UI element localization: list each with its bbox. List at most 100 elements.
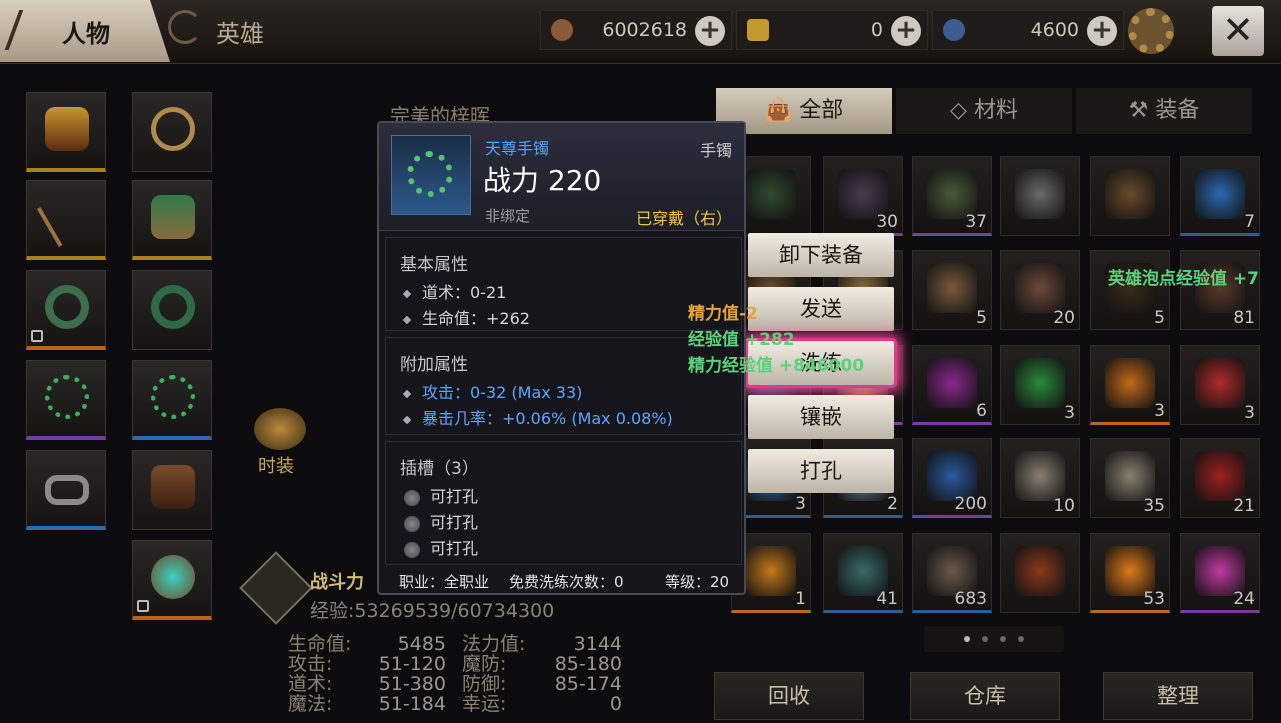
warehouse-button[interactable]: 仓库 [910, 672, 1060, 720]
equip-slot-bracelet-left[interactable] [26, 270, 106, 350]
inventory-cell[interactable]: 24 [1180, 533, 1260, 613]
add-gem-button[interactable]: + [1087, 16, 1117, 46]
inventory-tab-all-label: 全部 [799, 98, 844, 123]
inventory-cell[interactable]: 7 [1180, 156, 1260, 236]
socket-line: 可打孔 [404, 509, 741, 532]
inventory-cell[interactable]: 200 [912, 438, 992, 518]
currency-copper: 6002618 + [540, 10, 732, 50]
sort-button[interactable]: 整理 [1103, 672, 1253, 720]
equip-slot-belt[interactable] [26, 450, 106, 530]
item-name: 天尊手镯 [485, 139, 550, 158]
attribute-text: 暴击几率：+0.06% (Max 0.08%) [422, 409, 673, 428]
stat-grid: 生命值: 5485 法力值: 3144 攻击: 51-120 魔防: 85-180 道术: 5… [288, 634, 628, 714]
basic-attributes-title: 基本属性 [400, 255, 468, 275]
blue-gem-icon [943, 19, 965, 41]
empty-socket-icon [404, 489, 420, 506]
socket-text: 可打孔 [430, 539, 479, 558]
item-icon [1195, 358, 1245, 408]
inlay-button[interactable]: 镶嵌 [748, 395, 894, 439]
inventory-cell[interactable]: 35 [1090, 438, 1170, 518]
fashion-label[interactable]: 时装 [258, 452, 294, 478]
tab-hero-label: 英雄 [216, 20, 264, 48]
empty-socket-icon [404, 541, 420, 558]
tab-character[interactable]: 人物 [0, 0, 170, 62]
inventory-cell[interactable]: 3 [1000, 345, 1080, 425]
gold-ingot-icon [747, 19, 769, 41]
stat-label: 幸运: [462, 693, 507, 715]
page-dot[interactable] [982, 636, 988, 642]
inventory-cell[interactable]: 37 [912, 156, 992, 236]
add-gold-button[interactable]: + [891, 16, 921, 46]
equip-slot-armor[interactable] [132, 180, 212, 260]
tooltip-header: 天尊手镯 手镯 战力 220 非绑定 已穿戴（右） [379, 123, 744, 231]
inventory-cell[interactable]: 3 [1180, 345, 1260, 425]
bullet-icon [402, 289, 412, 298]
punch-button[interactable]: 打孔 [748, 449, 894, 493]
inventory-cell[interactable]: 20 [1000, 250, 1080, 330]
page-dot[interactable] [964, 636, 970, 642]
stat-label: 魔法: [288, 693, 333, 715]
swirl-icon [168, 10, 202, 44]
item-icon [1015, 169, 1065, 219]
item-icon [746, 546, 796, 596]
item-count: 200 [954, 494, 987, 514]
inventory-cell[interactable]: 21 [1180, 438, 1260, 518]
equip-slot-medal[interactable] [132, 540, 212, 620]
inventory-cell[interactable] [1090, 156, 1170, 236]
unequip-button[interactable]: 卸下装备 [748, 233, 894, 277]
equip-slot-ring-right[interactable] [132, 360, 212, 440]
stat-label: 防御: [462, 673, 507, 695]
item-icon [746, 169, 796, 219]
add-copper-button[interactable]: + [695, 16, 725, 46]
inventory-tab-equipment[interactable]: ⚒ 装备 [1076, 88, 1252, 134]
item-icon [1015, 358, 1065, 408]
inventory-cell[interactable]: 5 [912, 250, 992, 330]
inventory-cell[interactable]: 30 [823, 156, 903, 236]
recycle-button[interactable]: 回收 [714, 672, 864, 720]
fashion-icon[interactable] [254, 408, 306, 450]
tab-hero[interactable]: 英雄 [160, 0, 280, 62]
equip-slot-necklace[interactable] [132, 92, 212, 172]
item-count: 6 [976, 401, 987, 421]
currency-gem-value: 4600 [1030, 19, 1079, 41]
inventory-cell[interactable]: 81 [1180, 250, 1260, 330]
equip-slot-weapon[interactable] [26, 180, 106, 260]
level-requirement: 等级：20 [665, 573, 730, 591]
item-count: 3 [1244, 403, 1255, 423]
stat-row: 生命值: 5485 法力值: 3144 [288, 634, 628, 654]
inventory-cell[interactable]: 3 [1090, 345, 1170, 425]
inventory-cell[interactable] [1000, 156, 1080, 236]
inventory-cell[interactable]: 53 [1090, 533, 1170, 613]
settings-gear-icon[interactable] [1128, 8, 1174, 54]
beaded-bracelet-icon [45, 375, 89, 419]
stat-value: 5485 [397, 633, 446, 655]
close-button[interactable]: ✕ [1212, 6, 1264, 56]
inventory-tab-equipment-label: 装备 [1155, 98, 1200, 123]
page-dot[interactable] [1000, 636, 1006, 642]
inventory-cell[interactable]: 6 [912, 345, 992, 425]
inventory-cell[interactable]: 10 [1000, 438, 1080, 518]
equip-slot-ring-left[interactable] [132, 270, 212, 350]
helmet-icon [45, 107, 89, 151]
item-count: 3 [1154, 401, 1165, 421]
inventory-cell[interactable]: 5 [1090, 250, 1170, 330]
inventory-cell[interactable]: 41 [823, 533, 903, 613]
stat-label: 魔防: [462, 653, 507, 675]
item-icon [391, 135, 471, 215]
crossed-tools-icon: ⚒ [1128, 98, 1156, 123]
stat-value: 85-180 [554, 653, 622, 675]
inventory-cell[interactable] [1000, 533, 1080, 613]
float-energy: 精力值-2 [688, 304, 758, 324]
inventory-tab-materials[interactable]: ◇ 材料 [896, 88, 1072, 134]
page-dot[interactable] [1018, 636, 1024, 642]
equip-slot-boots[interactable] [132, 450, 212, 530]
inventory-cell[interactable]: 683 [912, 533, 992, 613]
empty-socket-icon [404, 515, 420, 532]
equip-slot-helmet[interactable] [26, 92, 106, 172]
item-count: 41 [876, 589, 898, 609]
item-icon [1015, 546, 1065, 596]
equip-slot-bracelet-right[interactable] [26, 360, 106, 440]
attribute-line: 道术：0-21 [402, 279, 741, 302]
exp-text: 经验:53269539/60734300 [310, 600, 555, 622]
diamond-icon: ◇ [950, 98, 974, 123]
